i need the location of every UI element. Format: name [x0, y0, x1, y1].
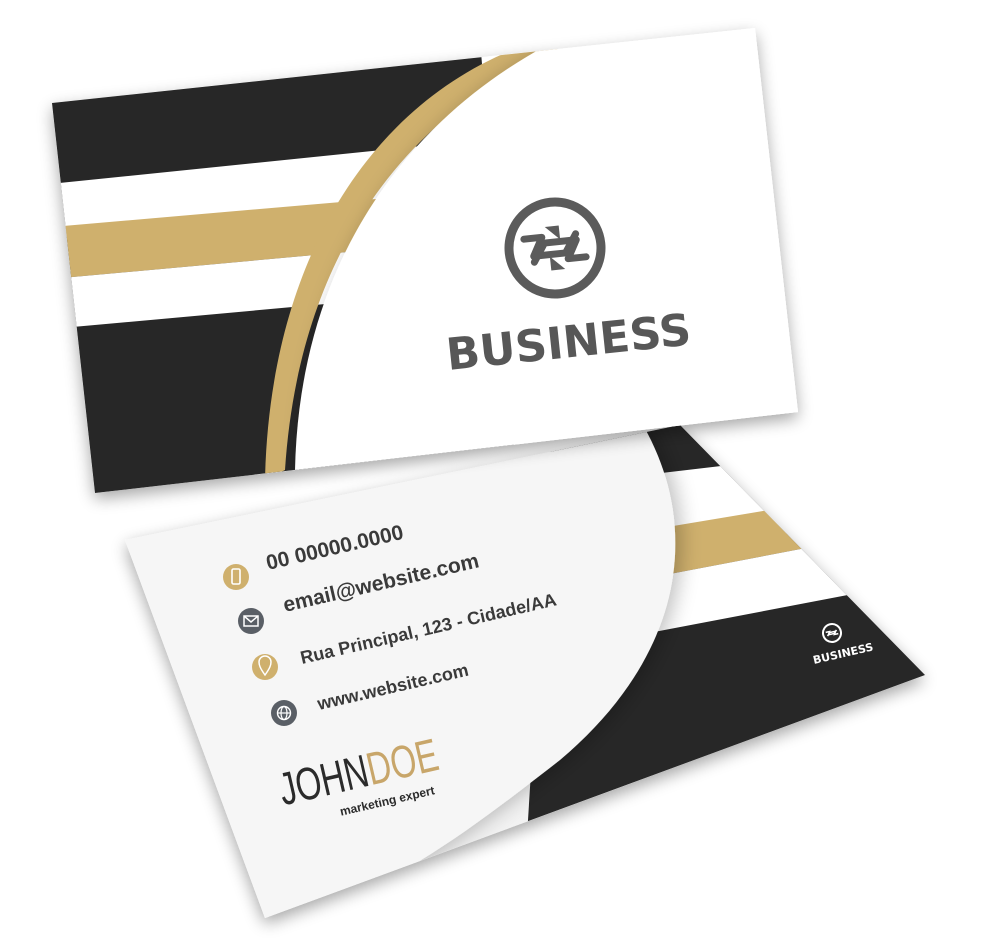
- envelope-icon: [238, 608, 264, 634]
- phone-icon: [223, 564, 249, 590]
- mockup-canvas: BUSINESS 00 00000.0000 email@website.com…: [52, 28, 925, 918]
- front-card-stripes: [52, 28, 798, 493]
- business-card-mockup: BUSINESS 00 00000.0000 email@website.com…: [0, 0, 1000, 945]
